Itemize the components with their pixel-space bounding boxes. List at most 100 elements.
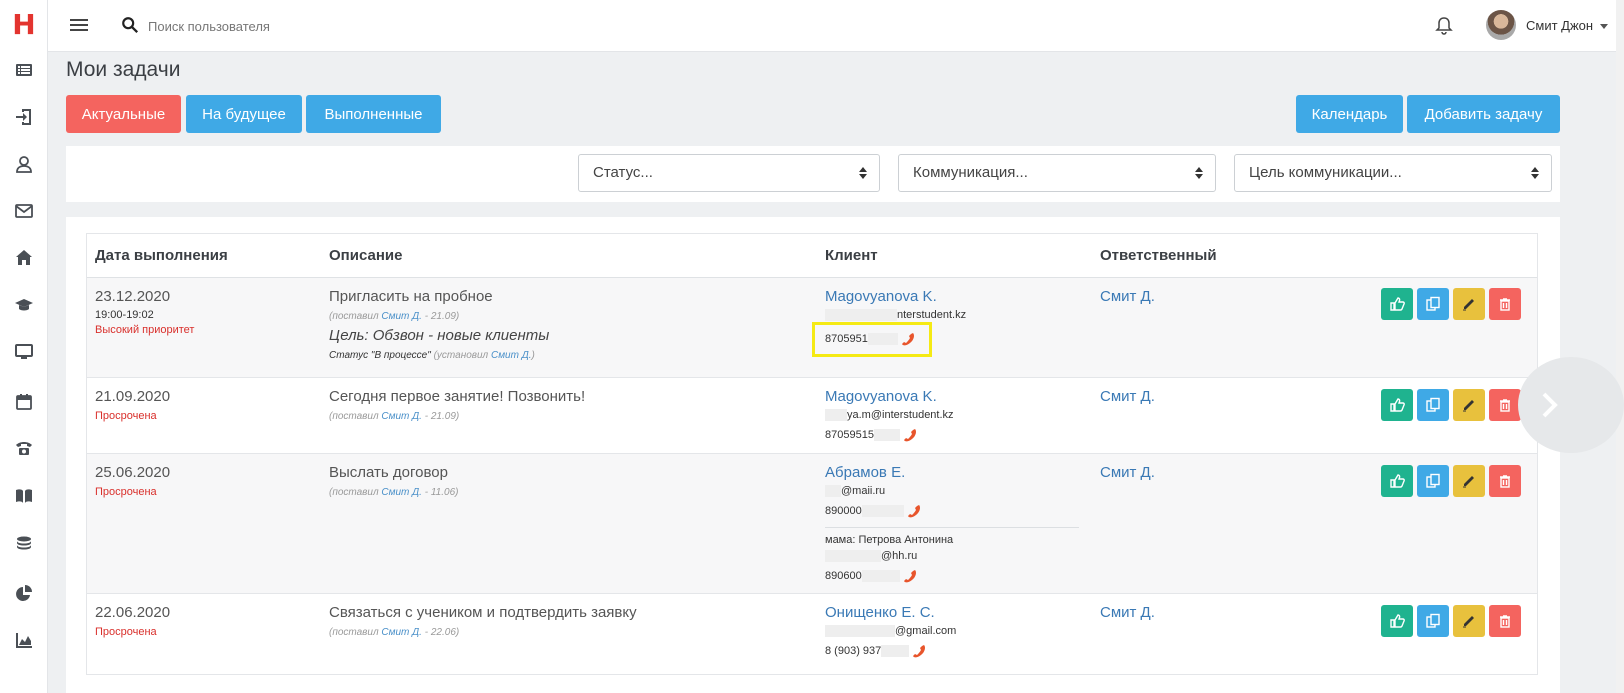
add-task-button[interactable]: Добавить задачу [1407,95,1560,133]
overdue-flag: Просрочена [95,626,157,638]
client-name-link[interactable]: Онищенко Е. С. [825,604,956,621]
responsible-link[interactable]: Смит Д. [1100,288,1155,305]
select-arrows-icon [1531,167,1539,179]
meta-suffix: - 11.06) [424,487,459,498]
complete-task-button[interactable] [1381,465,1413,497]
meta-author-link[interactable]: Смит Д. [381,411,422,422]
column-header-description[interactable]: Описание [329,247,402,264]
overdue-flag: Просрочена [95,410,157,422]
redacted-block [873,429,900,442]
column-header-date[interactable]: Дата выполнения [95,247,228,264]
coins-icon[interactable] [0,524,48,564]
email-text: @maii.ru [841,485,886,497]
relative-phone: 890600 [825,568,1079,584]
status-select[interactable]: Статус... [578,154,880,192]
client-name-link[interactable]: Абрамов Е. [825,464,1079,481]
mail-icon[interactable] [0,191,48,231]
tasks-table: Дата выполнения Описание Клиент Ответств… [86,233,1538,675]
description-cell: Выслать договор (поставил Смит Д. - 11.0… [329,464,458,498]
task-meta: (поставил Смит Д. - 11.06) [329,487,458,498]
table-row: 21.09.2020 Просрочена Сегодня первое зан… [87,378,1537,454]
column-header-client[interactable]: Клиент [825,247,878,264]
edit-task-button[interactable] [1453,288,1485,320]
login-icon[interactable] [0,97,48,137]
monitor-icon[interactable] [0,332,48,372]
call-phone-icon[interactable] [902,568,918,584]
page-scrollbar[interactable] [1616,0,1624,693]
status-author-link[interactable]: Смит Д. [491,350,532,361]
communication-goal-select[interactable]: Цель коммуникации... [1234,154,1552,192]
call-phone-icon[interactable] [906,503,922,519]
delete-task-button[interactable] [1489,605,1521,637]
delete-task-button[interactable] [1489,465,1521,497]
menu-toggle-icon[interactable] [70,16,88,34]
graduation-cap-icon[interactable] [0,285,48,325]
responsible-link[interactable]: Смит Д. [1100,388,1155,405]
copy-task-button[interactable] [1417,605,1449,637]
date-cell: 25.06.2020 Просрочена [95,464,170,498]
user-menu-caret-icon[interactable] [1600,24,1608,29]
pencil-icon [1463,299,1474,311]
copy-icon [1426,613,1440,628]
user-name[interactable]: Смит Джон [1526,18,1593,33]
list-icon[interactable] [0,50,48,90]
tab-future-button[interactable]: На будущее [186,95,302,133]
responsible-cell: Смит Д. [1100,288,1155,305]
client-name-link[interactable]: Magovyanova K. [825,288,966,305]
client-name-link[interactable]: Magovyanova K. [825,388,954,405]
thumbs-up-icon [1390,474,1405,488]
edit-task-button[interactable] [1453,389,1485,421]
communication-select[interactable]: Коммуникация... [898,154,1216,192]
user-avatar[interactable] [1486,10,1516,40]
table-row: 25.06.2020 Просрочена Выслать договор (п… [87,454,1537,594]
app-logo[interactable]: H [10,10,38,40]
edit-task-button[interactable] [1453,465,1485,497]
status-suffix: ) [531,350,535,361]
thumbs-up-icon [1390,614,1405,628]
tab-done-button[interactable]: Выполненные [306,95,441,133]
notifications-bell-icon[interactable] [1434,16,1454,36]
pie-chart-icon[interactable] [0,574,48,614]
meta-author-link[interactable]: Смит Д. [381,311,422,322]
side-panel-toggle[interactable] [1518,357,1624,453]
call-phone-icon[interactable] [911,643,927,659]
copy-task-button[interactable] [1417,389,1449,421]
contact-divider [825,527,1079,529]
edit-task-button[interactable] [1453,605,1485,637]
top-bar: Смит Джон [48,0,1624,52]
book-icon[interactable] [0,476,48,516]
date-cell: 23.12.2020 19:00-19:02 Высокий приоритет [95,288,194,336]
complete-task-button[interactable] [1381,605,1413,637]
delete-task-button[interactable] [1489,389,1521,421]
column-header-responsible[interactable]: Ответственный [1100,247,1217,264]
communication-select-value: Коммуникация... [913,164,1028,181]
tasks-panel: Дата выполнения Описание Клиент Ответств… [66,217,1560,693]
copy-task-button[interactable] [1417,288,1449,320]
call-phone-icon[interactable] [902,427,918,443]
user-search-input[interactable] [148,14,448,38]
calendar-button[interactable]: Календарь [1296,95,1403,133]
client-email: @gmail.com [825,625,956,638]
area-chart-icon[interactable] [0,620,48,660]
row-actions [1381,465,1521,497]
table-header: Дата выполнения Описание Клиент Ответств… [87,234,1537,278]
user-icon[interactable] [0,144,48,184]
tab-actual-button[interactable]: Актуальные [66,95,181,133]
phone-highlight-box [812,322,932,357]
responsible-link[interactable]: Смит Д. [1100,604,1155,621]
phone-icon[interactable] [0,428,48,468]
complete-task-button[interactable] [1381,389,1413,421]
task-meta: (поставил Смит Д. - 21.09) [329,311,549,322]
due-date: 23.12.2020 [95,288,171,305]
calendar-icon[interactable] [0,382,48,422]
home-icon[interactable] [0,238,48,278]
delete-task-button[interactable] [1489,288,1521,320]
responsible-link[interactable]: Смит Д. [1100,464,1155,481]
complete-task-button[interactable] [1381,288,1413,320]
task-meta: (поставил Смит Д. - 22.06) [329,627,637,638]
meta-author-link[interactable]: Смит Д. [381,627,422,638]
thumbs-up-icon [1390,398,1405,412]
copy-task-button[interactable] [1417,465,1449,497]
date-cell: 21.09.2020 Просрочена [95,388,170,422]
meta-author-link[interactable]: Смит Д. [381,487,422,498]
